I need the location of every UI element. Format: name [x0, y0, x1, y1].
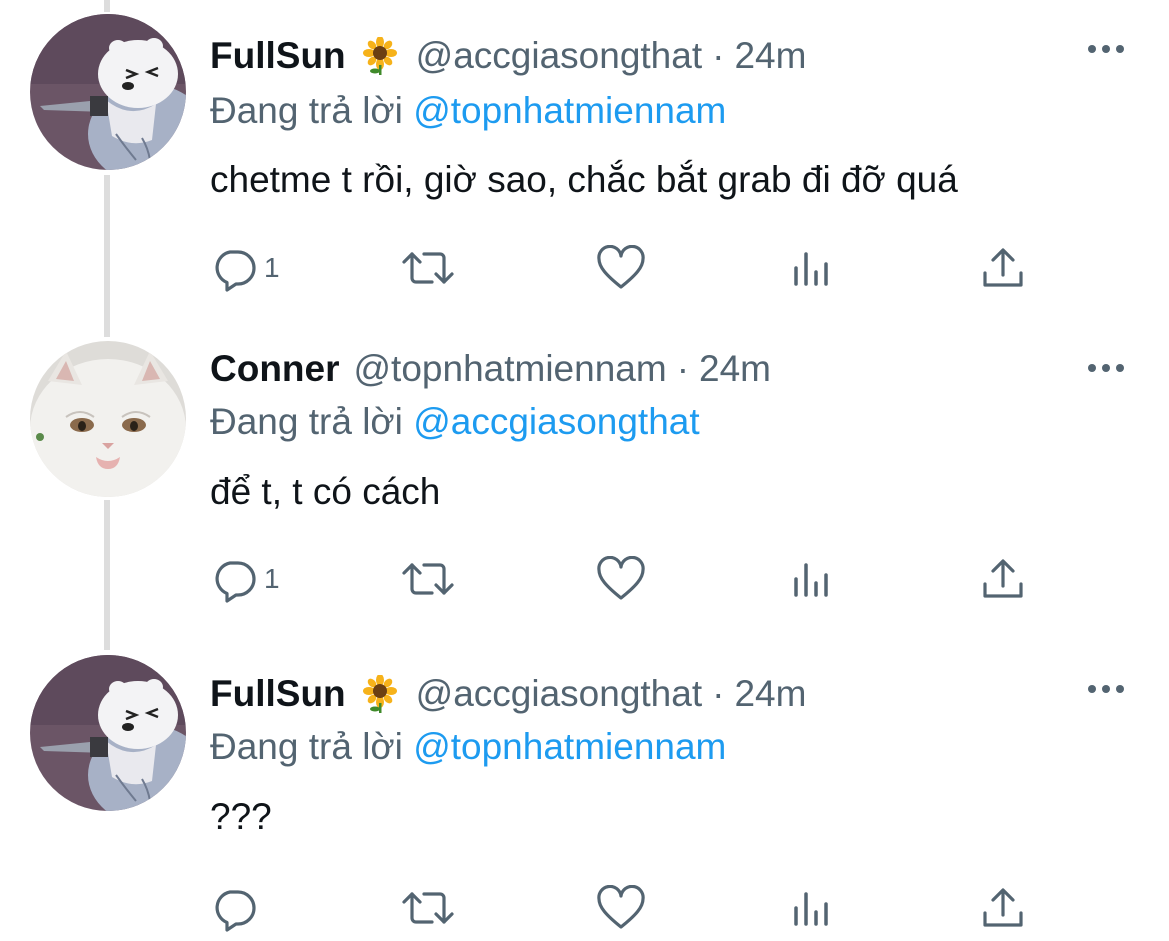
avatar[interactable] — [30, 655, 186, 811]
tweet-header: FullSun @accgiasongthat · 24m — [210, 32, 806, 80]
reply-count: 1 — [264, 252, 280, 283]
display-name[interactable]: FullSun — [210, 35, 346, 77]
retweet-button[interactable] — [400, 880, 456, 936]
retweet-button[interactable] — [400, 240, 456, 296]
reply-button[interactable]: 1 — [210, 240, 280, 296]
reply-icon — [215, 250, 256, 292]
avatar[interactable] — [30, 14, 186, 170]
separator-dot: · — [712, 673, 725, 714]
sunflower-icon — [362, 675, 398, 713]
tweet[interactable]: FullSun @accgiasongthat · 24m Đang trả l… — [0, 14, 1169, 314]
share-icon — [983, 559, 1023, 598]
display-name[interactable]: FullSun — [210, 673, 346, 715]
retweet-icon — [402, 563, 454, 595]
user-handle[interactable]: @accgiasongthat — [416, 673, 702, 715]
replying-to: Đang trả lời @topnhatmiennam — [210, 90, 726, 132]
tweet-header: Conner @topnhatmiennam · 24m — [210, 345, 771, 393]
like-button[interactable] — [596, 240, 646, 296]
replying-to-label: Đang trả lời — [210, 401, 403, 442]
reply-button[interactable]: 1 — [210, 551, 280, 607]
analytics-icon — [794, 563, 828, 597]
user-handle[interactable]: @accgiasongthat — [416, 35, 702, 77]
tweet-header: FullSun @accgiasongthat · 24m — [210, 670, 806, 718]
avatar[interactable] — [30, 341, 186, 497]
bear-knife-avatar-image — [30, 14, 186, 170]
tweet[interactable]: Conner @topnhatmiennam · 24m Đang trả lờ… — [0, 329, 1169, 629]
more-options-icon[interactable] — [1084, 355, 1128, 381]
display-name[interactable]: Conner — [210, 348, 340, 390]
reply-count: 1 — [264, 563, 280, 594]
replying-to-mention[interactable]: @topnhatmiennam — [413, 726, 726, 767]
reply-icon — [215, 890, 256, 932]
separator-dot: · — [712, 35, 725, 76]
replying-to-label: Đang trả lời — [210, 726, 403, 767]
share-icon — [983, 888, 1023, 927]
replying-to: Đang trả lời @accgiasongthat — [210, 401, 700, 443]
share-button[interactable] — [980, 880, 1026, 936]
share-icon — [983, 248, 1023, 287]
tweet-actions: 1 — [210, 240, 1070, 296]
replying-to-mention[interactable]: @accgiasongthat — [413, 401, 699, 442]
views-button[interactable] — [790, 240, 834, 296]
tweet-text: để t, t có cách — [210, 471, 441, 512]
bear-knife-avatar-image — [30, 655, 186, 811]
more-options-icon[interactable] — [1084, 36, 1128, 62]
share-button[interactable] — [980, 240, 1026, 296]
heart-icon — [597, 245, 645, 289]
tweet-actions — [210, 880, 1070, 936]
reply-button[interactable] — [210, 880, 264, 936]
timestamp[interactable]: 24m — [734, 673, 806, 715]
white-cat-avatar-image — [30, 341, 186, 497]
heart-icon — [597, 556, 645, 600]
like-button[interactable] — [596, 551, 646, 607]
tweet-text: chetme t rồi, giờ sao, chắc bắt grab đi … — [210, 159, 958, 200]
heart-icon — [597, 885, 645, 929]
tweet[interactable]: FullSun @accgiasongthat · 24m Đang trả l… — [0, 652, 1169, 941]
tweet-actions: 1 — [210, 551, 1070, 607]
analytics-icon — [794, 252, 828, 286]
conversation-thread: FullSun @accgiasongthat · 24m Đang trả l… — [0, 0, 1169, 941]
more-options-icon[interactable] — [1084, 676, 1128, 702]
like-button[interactable] — [596, 880, 646, 936]
views-button[interactable] — [790, 880, 834, 936]
share-button[interactable] — [980, 551, 1026, 607]
tweet-text: ??? — [210, 796, 272, 837]
thread-connector-line — [104, 0, 110, 12]
retweet-icon — [402, 252, 454, 284]
replying-to-mention[interactable]: @topnhatmiennam — [413, 90, 726, 131]
timestamp[interactable]: 24m — [734, 35, 806, 77]
replying-to: Đang trả lời @topnhatmiennam — [210, 726, 726, 768]
replying-to-label: Đang trả lời — [210, 90, 403, 131]
separator-dot: · — [676, 348, 690, 389]
retweet-button[interactable] — [400, 551, 456, 607]
analytics-icon — [794, 892, 828, 926]
user-handle[interactable]: @topnhatmiennam — [354, 348, 667, 390]
retweet-icon — [402, 892, 454, 924]
timestamp[interactable]: 24m — [699, 348, 771, 390]
reply-icon — [215, 561, 256, 603]
sunflower-icon — [362, 37, 398, 75]
views-button[interactable] — [790, 551, 834, 607]
